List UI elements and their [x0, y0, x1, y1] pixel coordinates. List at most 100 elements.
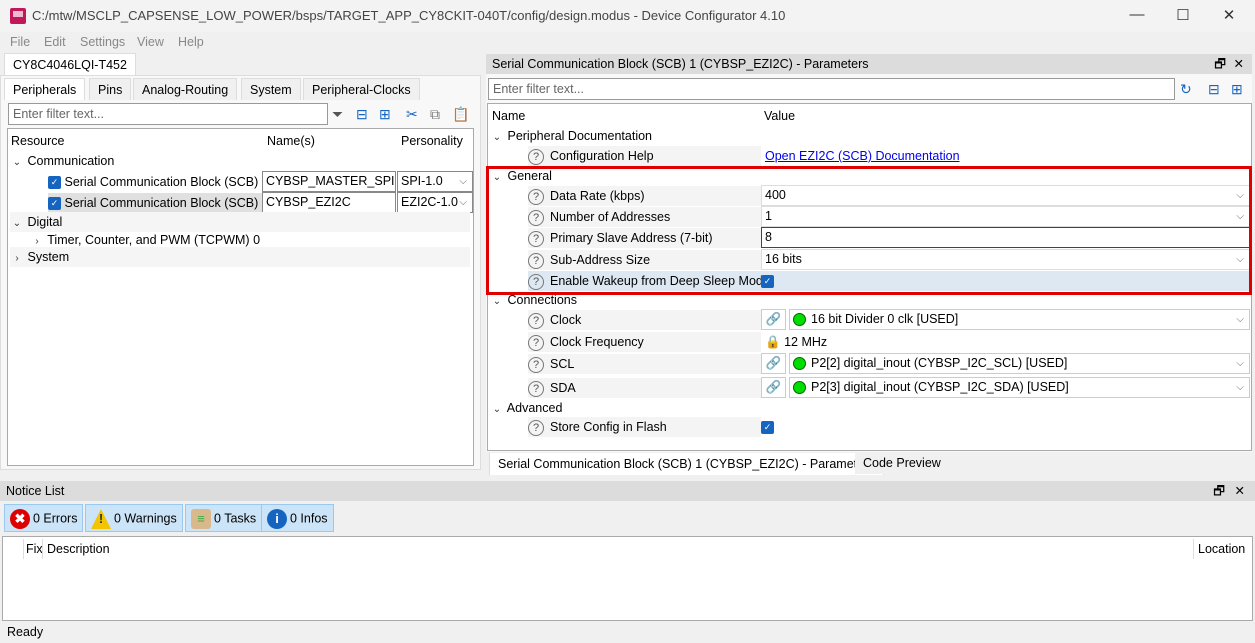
maximize-button[interactable]: ☐ — [1168, 6, 1198, 26]
tasks-filter-button[interactable]: ≡ 0 Tasks — [185, 504, 263, 532]
lock-icon: 🔒 — [765, 335, 781, 349]
param-label: Clock — [550, 313, 582, 327]
help-icon[interactable]: ? — [528, 419, 544, 436]
menu-help[interactable]: Help — [178, 35, 204, 49]
param-configuration-help: ? Configuration Help — [528, 146, 761, 166]
clock-select[interactable]: 16 bit Divider 0 clk [USED] ⌵ — [789, 309, 1250, 330]
copy-icon[interactable]: ⧉ — [430, 106, 440, 123]
chevron-down-icon[interactable]: ⌄ — [490, 292, 504, 312]
link-button[interactable]: 🔗 — [761, 377, 786, 398]
tab-peripheral-clocks[interactable]: Peripheral-Clocks — [303, 78, 420, 100]
store-config-in-flash-checkbox[interactable]: ✓ — [761, 417, 774, 437]
menu-file[interactable]: File — [10, 35, 30, 49]
scl-select[interactable]: P2[2] digital_inout (CYBSP_I2C_SCL) [USE… — [789, 353, 1250, 374]
filter-icon[interactable]: ⏷ — [332, 106, 343, 123]
checkbox-checked-icon[interactable]: ✓ — [48, 176, 61, 190]
chevron-right-icon[interactable]: › — [10, 249, 24, 269]
errors-filter-button[interactable]: ✖ 0 Errors — [4, 504, 84, 532]
tab-pins[interactable]: Pins — [89, 78, 132, 100]
warnings-filter-button[interactable]: ! 0 Warnings — [85, 504, 183, 532]
close-button[interactable]: ✕ — [1214, 6, 1244, 26]
tree-item-scb1[interactable]: ✓ Serial Communication Block (SCB) 1 — [48, 193, 269, 213]
param-store-config-in-flash: ? Store Config in Flash — [528, 417, 761, 437]
warnings-label: 0 Warnings — [114, 511, 177, 526]
group-label: Peripheral Documentation — [507, 129, 653, 143]
help-icon[interactable]: ? — [528, 356, 544, 373]
status-green-icon — [793, 357, 806, 371]
param-clock-frequency: ? Clock Frequency — [528, 332, 761, 352]
close-panel-icon[interactable]: ✕ — [1234, 54, 1244, 74]
param-scl: ? SCL — [528, 354, 761, 374]
tree-label: Digital — [27, 215, 63, 229]
tree-item-digital[interactable]: ⌄ Digital — [10, 212, 470, 232]
param-label: Configuration Help — [550, 149, 654, 163]
restore-icon[interactable]: 🗗 — [1214, 54, 1226, 74]
help-icon[interactable]: ? — [528, 312, 544, 329]
parameters-filter-input[interactable]: Enter filter text... — [488, 78, 1175, 100]
personality-select-scb1[interactable]: EZI2C-1.0 ⌵ — [397, 192, 473, 213]
chevron-down-icon[interactable]: ⌄ — [10, 214, 24, 234]
tree-item-scb0[interactable]: ✓ Serial Communication Block (SCB) 0 — [48, 172, 269, 192]
collapse-all-icon[interactable]: ⊟ — [356, 106, 368, 123]
sda-select[interactable]: P2[3] digital_inout (CYBSP_I2C_SDA) [USE… — [789, 377, 1250, 398]
link-button[interactable]: 🔗 — [761, 309, 786, 330]
personality-value: EZI2C-1.0 — [401, 195, 458, 209]
close-panel-icon[interactable]: ✕ — [1235, 481, 1245, 501]
error-icon: ✖ — [10, 509, 30, 529]
tree-label: Timer, Counter, and PWM (TCPWM) 0 — [47, 233, 261, 247]
link-icon: 🔗 — [765, 356, 782, 370]
select-value: P2[2] digital_inout (CYBSP_I2C_SCL) [USE… — [811, 356, 1068, 370]
tasks-label: 0 Tasks — [214, 511, 257, 526]
chevron-down-icon[interactable]: ⌄ — [490, 128, 504, 148]
tree-item-communication[interactable]: ⌄ Communication — [10, 151, 115, 173]
tree-label: Serial Communication Block (SCB) 0 — [64, 175, 269, 189]
clipboard-icon: ≡ — [191, 509, 211, 529]
tab-system[interactable]: System — [241, 78, 301, 100]
resource-filter-input[interactable]: Enter filter text... — [8, 103, 328, 125]
menu-view[interactable]: View — [137, 35, 164, 49]
help-icon[interactable]: ? — [528, 380, 544, 397]
cut-icon[interactable]: ✂ — [406, 106, 418, 123]
highlight-box — [486, 166, 1252, 295]
restore-icon[interactable]: 🗗 — [1213, 481, 1225, 501]
group-peripheral-documentation[interactable]: ⌄ Peripheral Documentation — [490, 126, 1250, 146]
column-names: Name(s) — [267, 134, 315, 148]
name-input-scb0[interactable]: CYBSP_MASTER_SPI — [262, 171, 396, 192]
tab-code-preview[interactable]: Code Preview — [855, 452, 949, 474]
refresh-icon[interactable]: ↻ — [1180, 81, 1192, 98]
paste-icon[interactable]: 📋 — [452, 106, 469, 123]
tree-label: System — [27, 250, 70, 264]
notice-table: Fix Description Location — [2, 536, 1253, 621]
tab-analog-routing[interactable]: Analog-Routing — [133, 78, 238, 100]
menu-settings[interactable]: Settings — [80, 35, 125, 49]
tree-item-system[interactable]: › System — [10, 247, 470, 267]
documentation-link[interactable]: Open EZI2C (SCB) Documentation — [765, 146, 960, 166]
group-advanced[interactable]: ⌄ Advanced — [490, 398, 1250, 418]
tab-peripherals[interactable]: Peripherals — [4, 78, 86, 100]
link-button[interactable]: 🔗 — [761, 353, 786, 374]
help-icon[interactable]: ? — [528, 334, 544, 351]
title-bar: C:/mtw/MSCLP_CAPSENSE_LOW_POWER/bsps/TAR… — [0, 0, 1255, 32]
expand-all-icon[interactable]: ⊞ — [1231, 81, 1243, 98]
select-value: P2[3] digital_inout (CYBSP_I2C_SDA) [USE… — [811, 380, 1069, 394]
name-input-scb1[interactable]: CYBSP_EZI2C — [262, 192, 396, 213]
help-icon[interactable]: ? — [528, 148, 544, 165]
chevron-down-icon: ⌵ — [459, 176, 467, 187]
chevron-down-icon[interactable]: ⌄ — [10, 153, 24, 173]
select-value: 16 bit Divider 0 clk [USED] — [811, 312, 959, 326]
param-label: SCL — [550, 357, 575, 371]
column-resource: Resource — [11, 134, 65, 148]
tab-device[interactable]: CY8C4046LQI-T452 — [4, 53, 136, 75]
collapse-all-icon[interactable]: ⊟ — [1208, 81, 1220, 98]
column-personality: Personality — [401, 134, 463, 148]
menu-edit[interactable]: Edit — [44, 35, 66, 49]
status-bar-text: Ready — [7, 625, 44, 639]
personality-select-scb0[interactable]: SPI-1.0 ⌵ — [397, 171, 473, 192]
column-value: Value — [764, 109, 796, 123]
minimize-button[interactable]: — — [1122, 6, 1152, 26]
checkbox-checked-icon[interactable]: ✓ — [48, 197, 61, 211]
expand-all-icon[interactable]: ⊞ — [379, 106, 391, 123]
chevron-down-icon[interactable]: ⌄ — [490, 400, 504, 420]
infos-filter-button[interactable]: i0 Infos — [261, 504, 334, 532]
tab-parameters[interactable]: Serial Communication Block (SCB) 1 (CYBS… — [489, 453, 884, 475]
